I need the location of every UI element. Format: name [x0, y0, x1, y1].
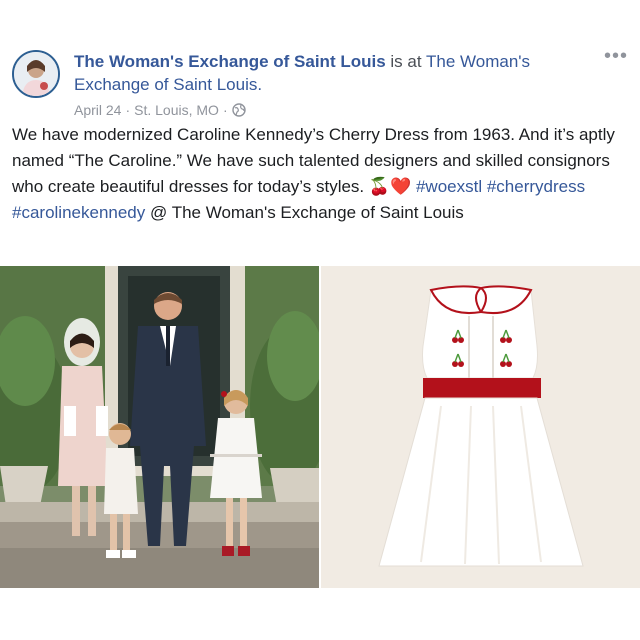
kennedy-family-photo[interactable]: [0, 266, 319, 588]
post-body: We have modernized Caroline Kennedy’s Ch…: [12, 122, 624, 226]
header-text: The Woman's Exchange of Saint Louis is a…: [74, 50, 574, 96]
mention-at: @: [150, 203, 168, 222]
is-at-text: is at: [390, 52, 422, 71]
cherry-dress-photo[interactable]: [321, 266, 640, 588]
page-name-link[interactable]: The Woman's Exchange of Saint Louis: [74, 52, 386, 71]
post-date[interactable]: April 24: [74, 102, 121, 118]
more-options-icon[interactable]: •••: [604, 46, 628, 66]
hashtag-carolinekennedy[interactable]: #carolinekennedy: [12, 203, 145, 222]
globe-icon: [231, 103, 246, 117]
post-meta: April 24 · St. Louis, MO ·: [74, 102, 246, 118]
meta-separator-2: ·: [222, 102, 228, 118]
post-location[interactable]: St. Louis, MO: [134, 102, 219, 118]
hashtag-cherrydress[interactable]: #cherrydress: [487, 177, 585, 196]
page-avatar[interactable]: [12, 50, 60, 98]
mention-text[interactable]: The Woman's Exchange of Saint Louis: [172, 203, 464, 222]
post-footer-space: [0, 588, 640, 640]
meta-separator: ·: [125, 102, 131, 118]
photo-grid: [0, 266, 640, 588]
hashtag-woexstl[interactable]: #woexstl: [416, 177, 482, 196]
emoji: 🍒❤️: [368, 177, 412, 196]
post-header: The Woman's Exchange of Saint Louis is a…: [12, 46, 628, 124]
